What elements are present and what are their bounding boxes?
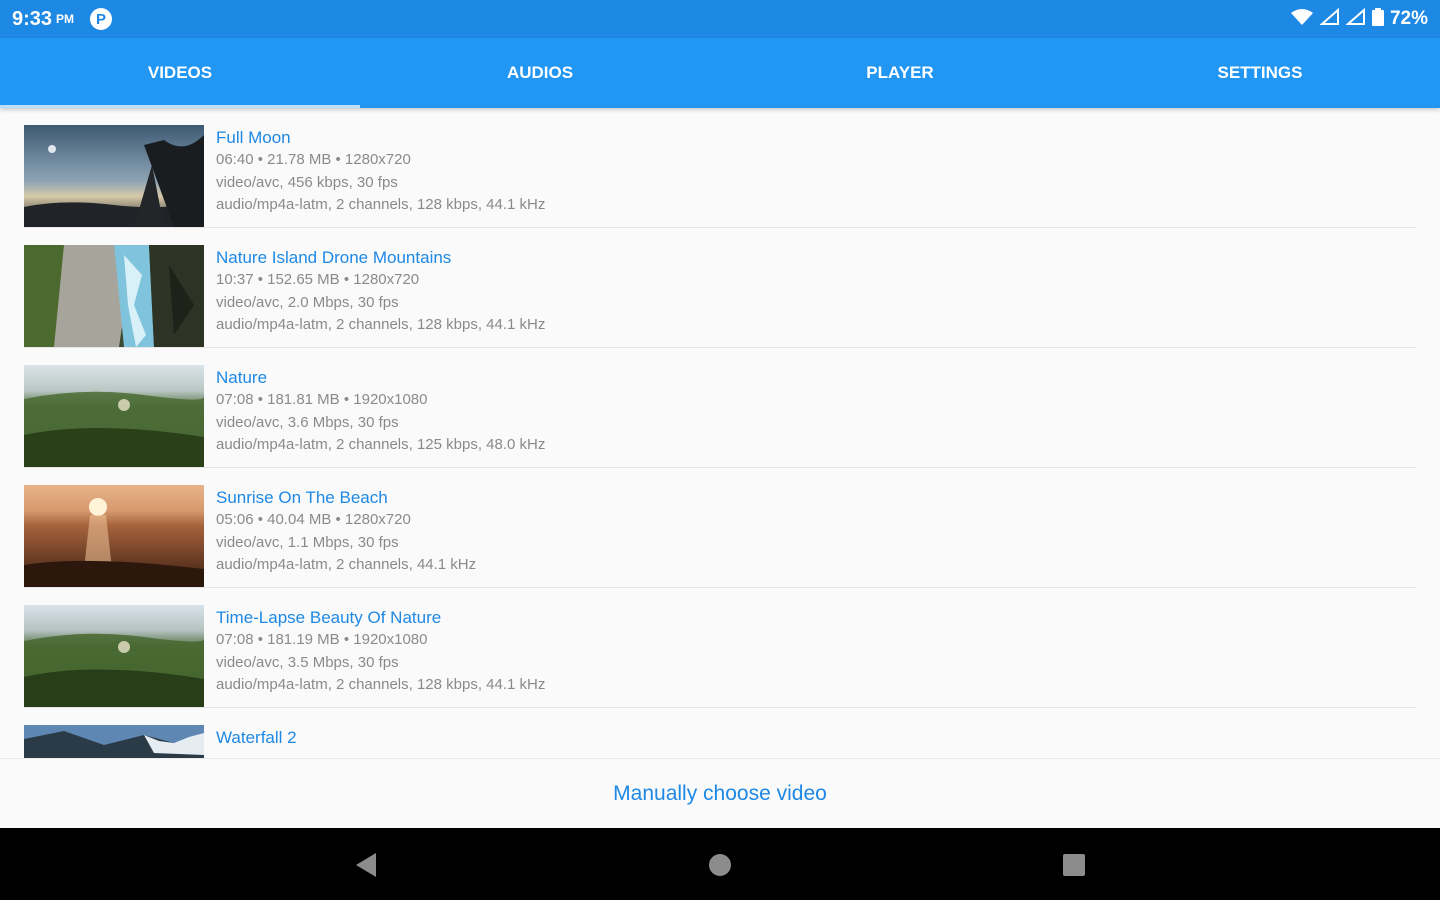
video-summary: 07:08 • 181.19 MB • 1920x1080	[216, 631, 428, 648]
video-codec: video/avc, 3.5 Mbps, 30 fps	[216, 653, 399, 671]
video-item[interactable]: Waterfall 2	[24, 708, 1416, 758]
notification-p-icon: P	[90, 8, 113, 30]
back-icon[interactable]	[351, 850, 381, 880]
video-info: Nature 07:08 • 181.81 MB • 1920x1080 vid…	[216, 367, 545, 457]
tab-settings[interactable]: SETTINGS	[1080, 38, 1440, 108]
signal-icon	[1319, 7, 1340, 31]
video-item[interactable]: Nature 07:08 • 181.81 MB • 1920x1080 vid…	[24, 348, 1416, 468]
audio-codec: audio/mp4a-latm, 2 channels, 128 kbps, 4…	[216, 196, 546, 213]
tab-player[interactable]: PLAYER	[720, 38, 1080, 108]
video-item[interactable]: Time-Lapse Beauty Of Nature 07:08 • 181.…	[24, 588, 1416, 708]
video-info: Full Moon 06:40 • 21.78 MB • 1280x720 vi…	[216, 127, 545, 217]
video-list[interactable]: Full Moon 06:40 • 21.78 MB • 1280x720 vi…	[0, 108, 1440, 758]
navigation-bar	[0, 828, 1440, 900]
video-title[interactable]: Nature	[216, 367, 545, 389]
signal-icon-2	[1345, 7, 1366, 31]
audio-codec: audio/mp4a-latm, 2 channels, 128 kbps, 4…	[216, 316, 546, 333]
video-title[interactable]: Sunrise On The Beach	[216, 487, 476, 509]
video-item[interactable]: Full Moon 06:40 • 21.78 MB • 1280x720 vi…	[24, 108, 1416, 228]
video-item[interactable]: Nature Island Drone Mountains 10:37 • 15…	[24, 228, 1416, 348]
video-summary: 06:40 • 21.78 MB • 1280x720	[216, 151, 411, 168]
video-item[interactable]: Sunrise On The Beach 05:06 • 40.04 MB • …	[24, 468, 1416, 588]
video-info: Nature Island Drone Mountains 10:37 • 15…	[216, 247, 545, 337]
audio-codec: audio/mp4a-latm, 2 channels, 125 kbps, 4…	[216, 436, 546, 453]
status-bar: 9:33 PM P 72%	[0, 0, 1440, 38]
video-info: Waterfall 2	[216, 727, 297, 749]
video-title[interactable]: Time-Lapse Beauty Of Nature	[216, 607, 545, 629]
tab-bar: VIDEOS AUDIOS PLAYER SETTINGS	[0, 38, 1440, 108]
battery-icon	[1371, 7, 1384, 31]
video-codec: video/avc, 3.6 Mbps, 30 fps	[216, 413, 399, 431]
tab-audios[interactable]: AUDIOS	[360, 38, 720, 108]
recents-icon[interactable]	[1059, 850, 1089, 880]
status-ampm: PM	[56, 12, 75, 26]
video-codec: video/avc, 2.0 Mbps, 30 fps	[216, 293, 399, 311]
battery-percent: 72%	[1389, 8, 1428, 29]
manually-choose-video-button[interactable]: Manually choose video	[613, 782, 827, 806]
video-summary: 10:37 • 152.65 MB • 1280x720	[216, 271, 420, 288]
video-summary: 05:06 • 40.04 MB • 1280x720	[216, 511, 411, 528]
video-summary: 07:08 • 181.81 MB • 1920x1080	[216, 391, 428, 408]
video-info: Time-Lapse Beauty Of Nature 07:08 • 181.…	[216, 607, 545, 697]
wifi-icon	[1290, 8, 1314, 31]
video-thumbnail	[24, 485, 204, 587]
video-thumbnail	[24, 245, 204, 347]
video-thumbnail	[24, 605, 204, 707]
status-icons: 72%	[1290, 7, 1428, 31]
video-thumbnail	[24, 725, 204, 758]
audio-codec: audio/mp4a-latm, 2 channels, 44.1 kHz	[216, 556, 477, 573]
status-time: 9:33	[12, 7, 53, 30]
video-codec: video/avc, 456 kbps, 30 fps	[216, 173, 398, 191]
video-title[interactable]: Waterfall 2	[216, 727, 297, 749]
video-codec: video/avc, 1.1 Mbps, 30 fps	[216, 533, 399, 551]
video-title[interactable]: Nature Island Drone Mountains	[216, 247, 545, 269]
footer: Manually choose video	[0, 758, 1440, 828]
home-icon[interactable]	[705, 850, 735, 880]
tab-videos[interactable]: VIDEOS	[0, 38, 360, 108]
video-thumbnail	[24, 125, 204, 227]
video-thumbnail	[24, 365, 204, 467]
video-title[interactable]: Full Moon	[216, 127, 545, 149]
video-info: Sunrise On The Beach 05:06 • 40.04 MB • …	[216, 487, 476, 577]
audio-codec: audio/mp4a-latm, 2 channels, 128 kbps, 4…	[216, 676, 546, 693]
